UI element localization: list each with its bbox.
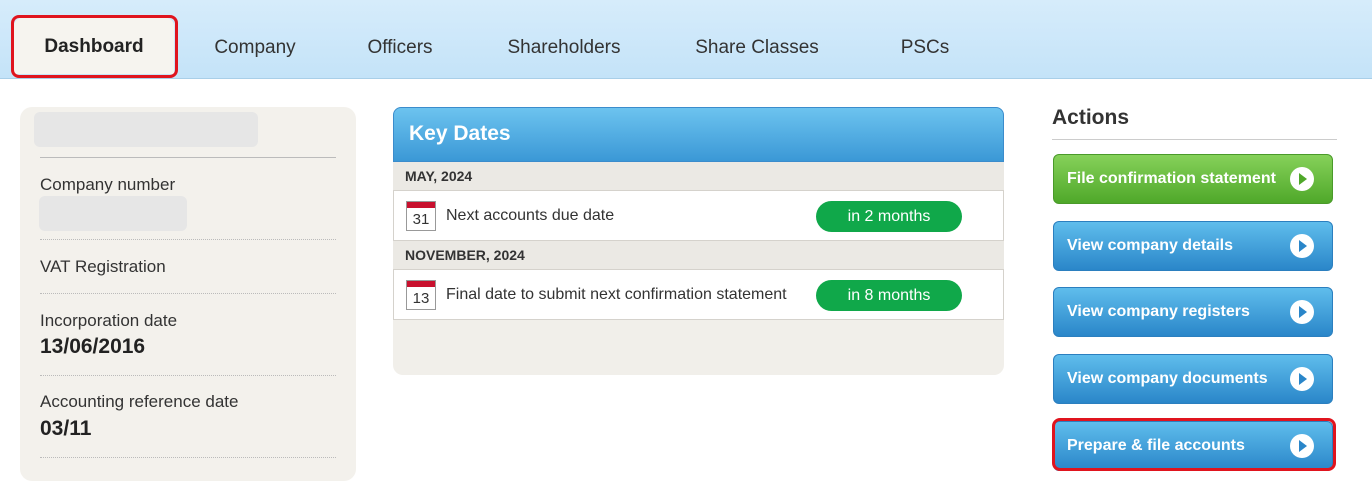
key-dates-header: Key Dates <box>393 107 1004 162</box>
tab-share-classes[interactable]: Share Classes <box>680 22 834 74</box>
arrow-right-icon <box>1290 367 1314 391</box>
month-heading: MAY, 2024 <box>393 162 1004 191</box>
tab-officers[interactable]: Officers <box>352 22 448 74</box>
view-company-details-button[interactable]: View company details <box>1053 221 1333 271</box>
accounting-ref-date-value: 03/11 <box>40 417 92 440</box>
calendar-icon: 13 <box>406 280 436 310</box>
divider <box>1052 139 1337 140</box>
company-number-label: Company number <box>40 175 176 194</box>
divider <box>40 157 336 158</box>
company-name-redacted <box>34 112 258 147</box>
divider <box>40 293 336 294</box>
key-date-text: Final date to submit next confirmation s… <box>446 286 787 303</box>
divider <box>40 457 336 458</box>
top-nav: Dashboard Company Officers Shareholders … <box>0 0 1372 79</box>
button-label: File confirmation statement <box>1067 170 1276 187</box>
key-dates-panel: Key Dates MAY, 2024 31 Next accounts due… <box>393 107 1004 375</box>
key-dates-title: Key Dates <box>409 122 511 145</box>
divider <box>40 375 336 376</box>
key-date-row: 31 Next accounts due date in 2 months <box>393 191 1004 241</box>
arrow-right-icon <box>1290 300 1314 324</box>
file-confirmation-statement-button[interactable]: File confirmation statement <box>1053 154 1333 204</box>
button-label: View company details <box>1067 237 1233 254</box>
arrow-right-icon <box>1290 234 1314 258</box>
prepare-accounts-highlight <box>1052 418 1336 471</box>
calendar-day: 13 <box>412 290 430 307</box>
arrow-right-icon <box>1290 167 1314 191</box>
dashboard-highlight <box>11 15 178 78</box>
company-summary-panel: Company number VAT Registration Incorpor… <box>20 107 356 481</box>
incorporation-date-label: Incorporation date <box>40 311 178 330</box>
key-date-row: 13 Final date to submit next confirmatio… <box>393 270 1004 320</box>
month-heading: NOVEMBER, 2024 <box>393 241 1004 270</box>
tab-company[interactable]: Company <box>196 22 314 74</box>
due-badge: in 8 months <box>816 280 962 311</box>
tab-pscs[interactable]: PSCs <box>880 22 970 74</box>
button-label: View company registers <box>1067 303 1250 320</box>
due-badge: in 2 months <box>816 201 962 232</box>
view-company-registers-button[interactable]: View company registers <box>1053 287 1333 337</box>
key-date-text: Next accounts due date <box>446 207 615 224</box>
vat-registration-label: VAT Registration <box>40 257 166 276</box>
tab-shareholders[interactable]: Shareholders <box>494 22 634 74</box>
actions-title: Actions <box>1052 106 1130 129</box>
view-company-documents-button[interactable]: View company documents <box>1053 354 1333 404</box>
company-number-redacted <box>39 196 187 231</box>
accounting-ref-date-label: Accounting reference date <box>40 392 239 411</box>
divider <box>40 239 336 240</box>
incorporation-date-value: 13/06/2016 <box>40 335 146 358</box>
calendar-day: 31 <box>412 211 430 228</box>
button-label: View company documents <box>1067 370 1268 387</box>
calendar-icon: 31 <box>406 201 436 231</box>
